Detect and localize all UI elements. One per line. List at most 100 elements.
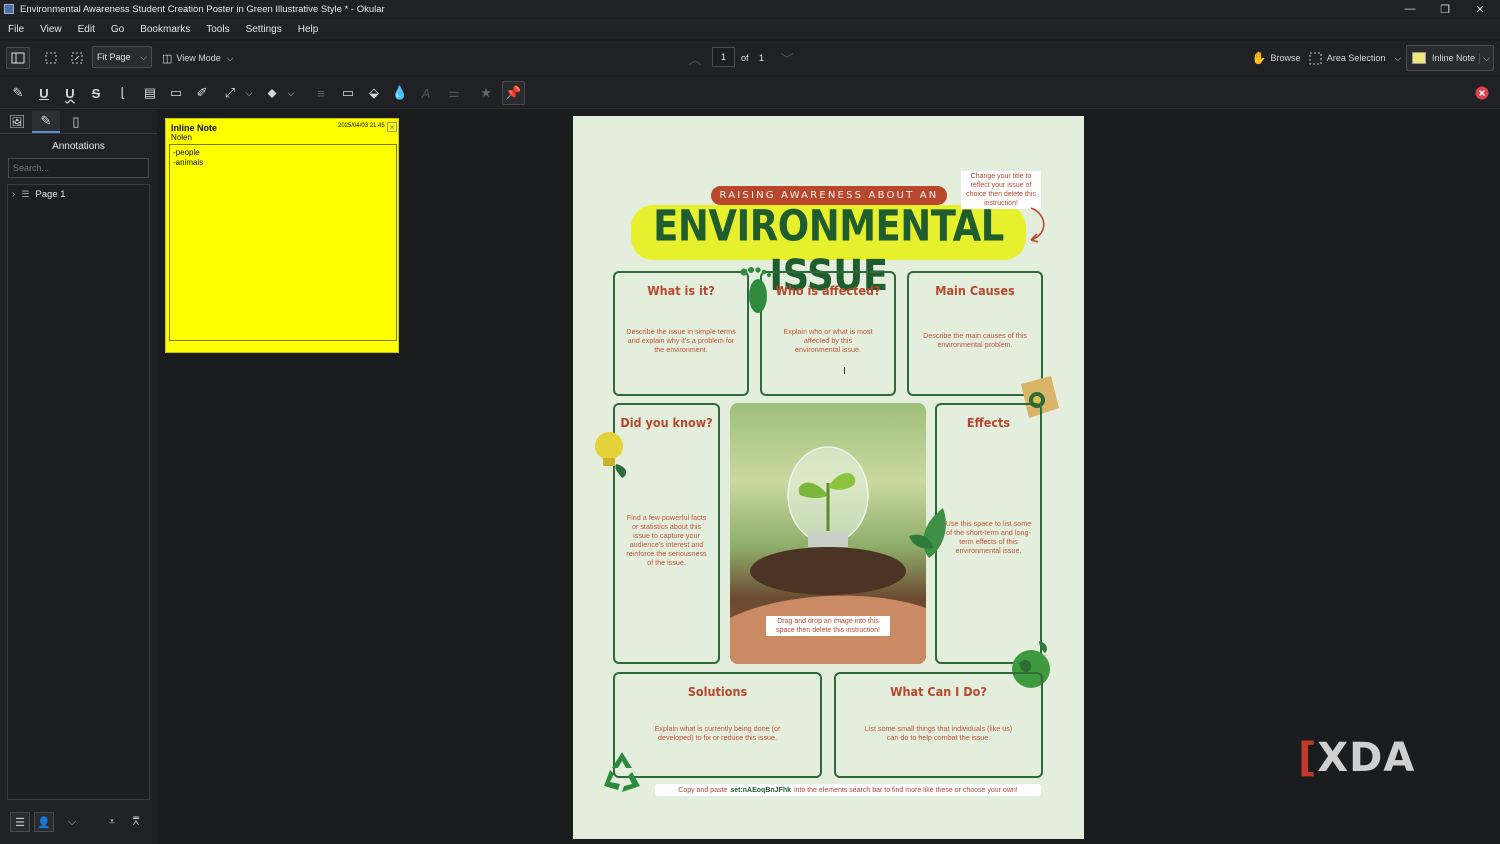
card-title: Effects [966, 415, 1011, 430]
line-width-button[interactable]: ≡ [311, 82, 331, 104]
view-mode-button[interactable]: ◫ View Mode ⌵ [162, 47, 242, 69]
add-favorite-button[interactable]: ★ [476, 82, 496, 104]
tab-annotations[interactable]: ✎ [32, 111, 60, 133]
opacity-button[interactable]: 💧 [390, 82, 410, 104]
stamp-tool-menu-button[interactable]: ⌵ [284, 82, 298, 104]
note-line: -people [173, 148, 200, 157]
collapse-up-button[interactable]: ⩞ [126, 812, 146, 832]
browse-label: Browse [1270, 53, 1301, 63]
card-body: Find a few powerful facts or statistics … [626, 513, 707, 567]
close-icon: × [389, 122, 395, 132]
chevron-right-icon: › [12, 189, 16, 200]
image-icon: 🖼 [8, 114, 26, 129]
line-tool-menu-button[interactable]: ⌵ [242, 82, 256, 104]
main-toolbar: Fit Page ⌵ ◫ View Mode ⌵ ︿ 1 of 1 ﹀ ✋ Br… [0, 41, 1500, 75]
popup-note-tool-button[interactable]: ▭ [166, 82, 186, 104]
lightbulb-icon [595, 432, 627, 478]
line-tool-button[interactable]: ⤢ [220, 82, 240, 104]
annotation-settings-button[interactable]: ⚌ [444, 82, 464, 104]
close-window-button[interactable]: ✕ [1462, 0, 1498, 18]
close-annotation-toolbar-button[interactable] [1474, 85, 1490, 101]
pin-tool-button[interactable]: 📌 [502, 81, 525, 105]
inline-text-tool-button[interactable]: ▤ [140, 82, 160, 104]
squiggle-icon: U [65, 85, 75, 101]
double-chevron-down-icon: ⩡ [108, 815, 116, 828]
next-page-button[interactable]: ﹀ [778, 49, 796, 67]
footprint-icon [740, 267, 771, 313]
menu-bookmarks[interactable]: Bookmarks [132, 24, 198, 35]
note-close-button[interactable]: × [387, 122, 397, 132]
pen-icon: ✐ [196, 85, 208, 100]
double-chevron-up-icon: ⩞ [132, 815, 140, 828]
expand-all-button[interactable]: ⌵ [62, 812, 82, 832]
inline-note-tool-button[interactable]: Inline Note ⌵ [1406, 45, 1494, 71]
page-number-input[interactable]: 1 [712, 47, 735, 67]
note-text-area[interactable]: -people -animals [169, 144, 397, 341]
card-what-is-it: What is it? Describe the issue in simple… [613, 271, 749, 396]
sidebar: 🖼 ✎ ▯ Annotations › ☰ Page 1 ☰ 👤 ⌵ ⩡ ⩞ [0, 110, 157, 844]
menu-view[interactable]: View [32, 24, 70, 35]
poster-image-placeholder[interactable]: Drag and drop an image into this space t… [730, 403, 926, 664]
browse-tool-button[interactable]: ✋ Browse [1246, 47, 1306, 69]
card-body: List some small things that individuals … [864, 724, 1013, 742]
page-total-label: 1 [759, 53, 765, 63]
collapse-down-button[interactable]: ⩡ [102, 812, 122, 832]
sidebar-icon [11, 52, 25, 64]
annotation-search-input[interactable] [8, 158, 149, 178]
typewriter-icon: ⌊ [120, 85, 126, 100]
inline-note-window[interactable]: Inline Note Nolen 2025/04/03 21:45 × -pe… [165, 118, 399, 353]
xda-logo-icon: [ [1298, 735, 1318, 781]
note-icon [1412, 52, 1426, 64]
user-icon: 👤 [37, 816, 51, 829]
zoom-fit-button[interactable] [40, 47, 62, 69]
highlighter-tool-button[interactable]: ✎ [8, 82, 28, 104]
tab-bookmarks[interactable]: ▯ [62, 111, 90, 133]
group-by-page-button[interactable]: ☰ [10, 812, 30, 832]
underline-tool-button[interactable]: U [34, 82, 54, 104]
menu-edit[interactable]: Edit [70, 24, 103, 35]
poster-footer-note: Copy and paste set:nAEoqBnJFhk into the … [655, 784, 1041, 796]
area-selection-button[interactable]: Area Selection ⌵ [1308, 47, 1402, 69]
chevron-down-icon: ⌵ [287, 87, 295, 98]
note-date: 2025/04/03 21:45 [338, 123, 385, 129]
previous-page-button[interactable]: ︿ [686, 49, 704, 67]
menu-help[interactable]: Help [290, 24, 327, 35]
strikeout-tool-button[interactable]: S [86, 82, 106, 104]
note-title: Inline Note [171, 123, 218, 133]
line-width-icon: ≡ [317, 85, 325, 101]
note-line: -animals [173, 158, 204, 167]
zoom-mode-select[interactable]: Fit Page ⌵ [92, 46, 152, 68]
squiggle-tool-button[interactable]: U [60, 82, 80, 104]
footer-code: set:nAEoqBnJFhk [730, 786, 791, 794]
zoom-page-button[interactable] [66, 47, 88, 69]
note-author: Nolen [171, 133, 192, 142]
recycle-icon [604, 752, 640, 792]
curved-arrow-icon [1030, 207, 1045, 243]
fit-page-icon [71, 52, 83, 64]
tree-item-page-1[interactable]: › ☰ Page 1 [12, 189, 66, 200]
annotation-tree: › ☰ Page 1 [7, 184, 150, 800]
font-button[interactable]: A [416, 82, 436, 104]
group-by-author-button[interactable]: 👤 [34, 812, 54, 832]
toggle-sidebar-button[interactable] [6, 47, 30, 69]
card-body: Describe the main causes of this environ… [923, 331, 1027, 349]
bookmark-icon: ▯ [72, 114, 80, 129]
restore-button[interactable]: ❐ [1427, 0, 1463, 18]
freehand-tool-button[interactable]: ✐ [192, 82, 212, 104]
card-body: Explain who or what is most affected by … [783, 327, 873, 354]
menu-file[interactable]: File [0, 24, 32, 35]
chevron-down-icon: ⌵ [67, 815, 77, 828]
menu-settings[interactable]: Settings [238, 24, 290, 35]
title-bar: Environmental Awareness Student Creation… [0, 0, 1500, 18]
fill-color-button[interactable]: ⬙ [364, 82, 384, 104]
minimize-button[interactable]: — [1392, 0, 1428, 18]
typewriter-tool-button[interactable]: ⌊ [113, 82, 133, 104]
stamp-tool-button[interactable]: ⬥ [262, 82, 282, 104]
card-body: Explain what is currently being done (or… [654, 724, 781, 742]
menu-go[interactable]: Go [103, 24, 132, 35]
sidebar-tabs: 🖼 ✎ ▯ [0, 110, 157, 134]
card-title: Main Causes [935, 283, 1015, 298]
menu-tools[interactable]: Tools [198, 24, 237, 35]
tab-thumbnails[interactable]: 🖼 [3, 111, 31, 133]
line-color-button[interactable]: ▭ [338, 82, 358, 104]
